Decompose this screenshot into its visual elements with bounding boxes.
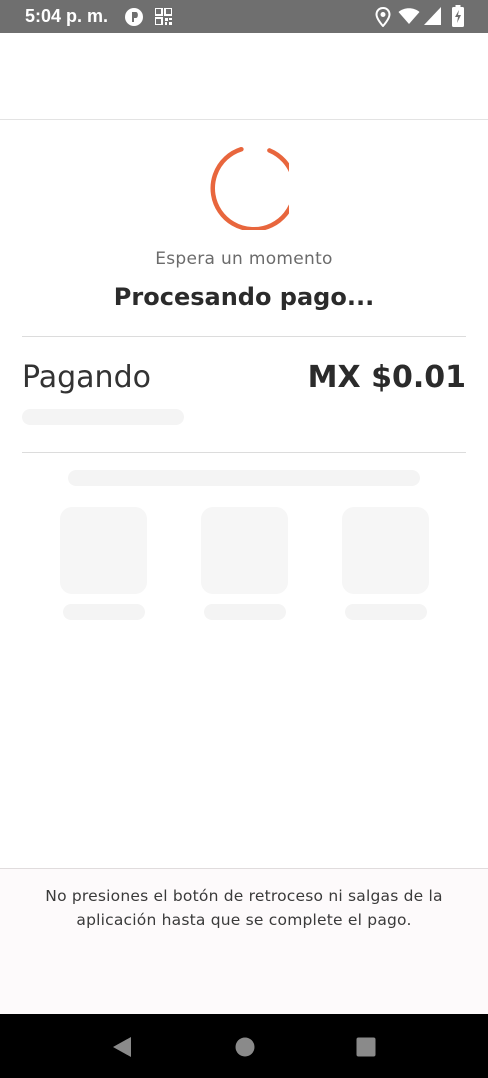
skeleton-line xyxy=(345,604,427,620)
divider xyxy=(22,336,466,337)
recents-icon[interactable] xyxy=(356,1037,376,1061)
status-time: 5:04 p. m. xyxy=(25,6,109,26)
battery-charging-icon xyxy=(452,5,464,31)
wifi-icon xyxy=(398,7,420,29)
skeleton-tile xyxy=(60,507,147,594)
signal-icon xyxy=(424,7,442,29)
status-bar: 5:04 p. m. xyxy=(0,0,488,33)
back-icon[interactable] xyxy=(111,1036,133,1062)
payment-label: Pagando xyxy=(22,360,151,395)
loading-title: Procesando pago... xyxy=(113,283,375,311)
skeleton-line xyxy=(204,604,286,620)
app-header xyxy=(0,33,488,120)
footer-notice: No presiones el botón de retroceso ni sa… xyxy=(45,887,443,929)
qr-code-icon xyxy=(154,7,173,29)
loading-subtitle: Espera un momento xyxy=(155,249,333,269)
skeleton-tile xyxy=(201,507,288,594)
play-protect-icon xyxy=(124,7,144,31)
divider xyxy=(22,452,466,453)
loading-spinner-icon xyxy=(201,142,297,232)
skeleton-line xyxy=(68,470,420,486)
navigation-bar xyxy=(0,1014,488,1078)
payment-amount: MX $0.01 xyxy=(307,360,466,395)
skeleton-line xyxy=(22,409,184,425)
home-icon[interactable] xyxy=(235,1037,255,1061)
skeleton-line xyxy=(63,604,145,620)
location-icon xyxy=(375,6,391,31)
skeleton-tile xyxy=(342,507,429,594)
